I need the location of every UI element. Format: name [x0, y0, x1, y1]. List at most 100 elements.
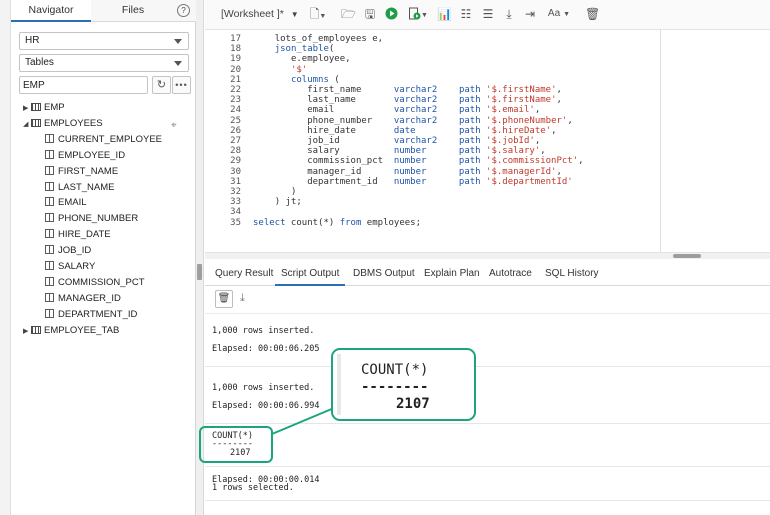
code-line[interactable]: email varchar2 path '$.email',	[253, 105, 540, 115]
callout-count-value: 2107	[396, 396, 430, 412]
column-icon	[45, 292, 54, 302]
column-icon	[45, 261, 54, 270]
download-button[interactable]: ⤓	[502, 7, 516, 21]
chevron-down-icon: ▼	[563, 11, 571, 18]
tree-item-column[interactable]: JOB_ID	[45, 243, 91, 259]
tab-dbms-output[interactable]: DBMS Output	[353, 262, 415, 286]
format-button[interactable]: ☰	[481, 7, 495, 21]
code-line[interactable]: first_name varchar2 path '$.firstName',	[253, 85, 562, 95]
code-line[interactable]: phone_number varchar2 path '$.phoneNumbe…	[253, 116, 573, 126]
tree-item-table[interactable]: ▶ EMPLOYEE_TAB	[23, 323, 119, 339]
tab-query-result[interactable]: Query Result	[215, 262, 273, 286]
tree-item-column[interactable]: EMPLOYEE_ID	[45, 148, 125, 164]
code-line[interactable]: select count(*) from employees;	[253, 218, 421, 228]
code-text: ,	[556, 166, 562, 177]
editor-horizontal-scrollbar[interactable]	[205, 252, 770, 259]
tab-sql-history[interactable]: SQL History	[545, 262, 599, 286]
line-number: 27	[230, 136, 241, 146]
tree-item-column[interactable]: MANAGER_ID	[45, 291, 121, 307]
scrollbar-thumb[interactable]	[673, 254, 701, 258]
font-size-icon: Aa	[547, 8, 561, 19]
code-line[interactable]: manager_id number path '$.managerId',	[253, 167, 562, 177]
open-folder-button[interactable]: 🗁	[341, 7, 356, 21]
tree-item-label: LAST_NAME	[58, 181, 115, 193]
explain-plan-button[interactable]: 📊	[437, 7, 452, 21]
save-button[interactable]: 🖫	[363, 7, 377, 21]
tree-item-column[interactable]: DEPARTMENT_ID	[45, 307, 137, 323]
tab-files[interactable]: Files	[93, 0, 173, 22]
code-area[interactable]: lots_of_employees e, json_table( e.emplo…	[253, 30, 770, 252]
run-statement-button[interactable]	[384, 7, 398, 21]
code-text: last_name	[307, 95, 394, 106]
indent-button[interactable]: ⇥	[523, 7, 537, 21]
table-icon	[31, 325, 41, 334]
tree-item-column[interactable]: SALARY	[45, 259, 95, 275]
schema-select[interactable]: HR	[19, 32, 189, 50]
code-line[interactable]: e.employee,	[253, 54, 351, 64]
callout-count-separator: --------	[361, 379, 429, 395]
code-line[interactable]: '$'	[253, 65, 307, 75]
run-script-dropdown-button[interactable]: ▼	[405, 7, 431, 21]
tab-explain-plan[interactable]: Explain Plan	[424, 262, 480, 286]
tree-item-table[interactable]: ▶ EMP	[23, 100, 65, 116]
tree-item-table[interactable]: ◢ EMPLOYEES	[23, 116, 103, 132]
tree-item-column[interactable]: FIRST_NAME	[45, 164, 118, 180]
clear-output-button[interactable]: 🗑	[215, 290, 233, 308]
code-text: count(*)	[285, 217, 340, 228]
code-line[interactable]: salary number path '$.salary',	[253, 146, 545, 157]
more-options-button[interactable]: •••	[172, 76, 191, 94]
code-string: '$.commissionPct'	[486, 156, 579, 167]
code-line[interactable]: ) jt;	[253, 197, 302, 207]
tree-item-column[interactable]: COMMISSION_PCT	[45, 275, 145, 291]
code-string: '$.hireDate'	[486, 125, 552, 136]
autotrace-button[interactable]: ☷	[459, 7, 473, 21]
line-number: 35	[230, 217, 241, 228]
code-line[interactable]: lots_of_employees e,	[253, 34, 383, 44]
download-output-button[interactable]: ⤓	[240, 292, 245, 305]
code-line[interactable]: job_id varchar2 path '$.jobId',	[253, 136, 540, 146]
refresh-button[interactable]: ↻	[152, 76, 171, 94]
tab-autotrace[interactable]: Autotrace	[489, 262, 532, 286]
help-circle-icon[interactable]: ?	[177, 4, 190, 17]
tree-item-column[interactable]: CURRENT_EMPLOYEE	[45, 132, 162, 148]
tab-navigator[interactable]: Navigator	[11, 0, 91, 22]
tree-item-column[interactable]: HIRE_DATE	[45, 227, 111, 243]
code-line[interactable]: json_table(	[253, 44, 335, 55]
tree-item-label: DEPARTMENT_ID	[58, 308, 138, 320]
code-text: ,	[551, 125, 557, 136]
code-text: hire_date	[307, 125, 394, 136]
pin-icon[interactable]: ⌖	[171, 120, 177, 131]
worksheet-tab[interactable]: [Worksheet ]* ▼	[221, 8, 299, 20]
line-number: 31	[230, 176, 241, 187]
code-string: '$.phoneNumber'	[486, 115, 568, 126]
code-line[interactable]: hire_date date path '$.hireDate',	[253, 125, 557, 136]
tree-item-column[interactable]: EMAIL	[45, 195, 87, 211]
code-text: salary	[307, 146, 394, 157]
code-keyword: path	[458, 125, 481, 136]
chevron-down-icon[interactable]: ◢	[23, 117, 31, 133]
tree-item-column[interactable]: PHONE_NUMBER	[45, 211, 138, 227]
code-line[interactable]: commission_pct number path '$.commission…	[253, 156, 583, 167]
download-icon: ⤓	[506, 7, 512, 21]
chevron-right-icon[interactable]: ▶	[23, 101, 31, 117]
column-icon	[45, 308, 54, 318]
splitter-grip-icon[interactable]	[197, 264, 202, 280]
code-line[interactable]: last_name varchar2 path '$.firstName',	[253, 95, 562, 105]
code-text: (	[328, 44, 335, 55]
clear-button[interactable]: 🗑	[585, 7, 600, 21]
tab-script-output[interactable]: Script Output	[275, 262, 346, 286]
object-type-select[interactable]: Tables	[19, 54, 189, 72]
new-file-dropdown-button[interactable]: 🗋▼	[307, 7, 329, 21]
code-line[interactable]: columns (	[253, 75, 340, 85]
chevron-right-icon[interactable]: ▶	[23, 324, 31, 340]
code-text: ,	[556, 85, 562, 95]
font-size-dropdown-button[interactable]: Aa ▼	[546, 7, 572, 21]
code-text: manager_id	[307, 166, 394, 177]
sql-editor[interactable]: 17 18 19 20 21 22 23 24 25 26 27 28 29 30 31 32 33 34 35 l…	[205, 30, 770, 252]
code-line[interactable]: )	[253, 187, 296, 197]
code-line[interactable]: department_id number path '$.departmentI…	[253, 177, 573, 187]
tree-item-column[interactable]: LAST_NAME	[45, 180, 115, 196]
filter-input[interactable]	[19, 76, 148, 94]
